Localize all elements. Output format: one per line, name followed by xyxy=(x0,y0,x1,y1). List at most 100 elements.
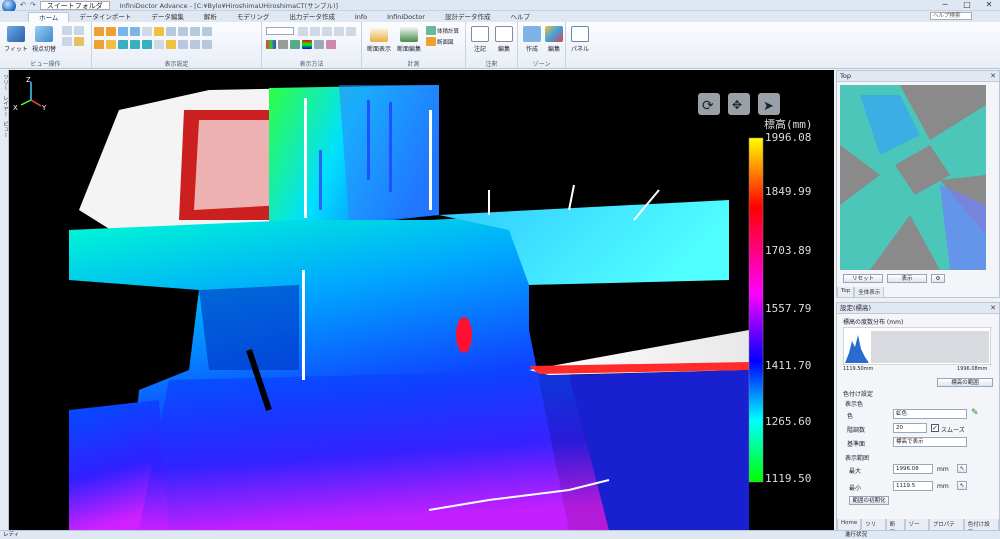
tab-help[interactable]: ヘルプ xyxy=(500,12,540,22)
void-left xyxy=(9,70,79,210)
top-settings-icon[interactable]: ⚙ xyxy=(931,274,945,283)
point-icon[interactable] xyxy=(94,27,104,36)
tab-infinidoctor[interactable]: InfiniDoctor xyxy=(377,12,435,22)
wire-icon[interactable] xyxy=(310,27,320,36)
tab-data-edit[interactable]: データ編集 xyxy=(141,12,194,22)
tab-analysis[interactable]: 解析 xyxy=(194,12,227,22)
tab-overview[interactable]: 全体表示 xyxy=(854,287,885,298)
zone-create-icon xyxy=(523,26,541,42)
color-icon[interactable] xyxy=(106,27,116,36)
persp-icon[interactable] xyxy=(346,27,356,36)
rgb-icon[interactable] xyxy=(266,40,276,49)
dock-tab-layer[interactable]: レイヤー xyxy=(1,95,9,117)
top-minimap[interactable] xyxy=(840,85,986,270)
smooth-checkbox[interactable]: ✓ xyxy=(931,424,939,432)
legend-color-bar xyxy=(748,137,764,483)
settings-icon[interactable] xyxy=(74,37,84,46)
class-icon[interactable] xyxy=(326,40,336,49)
max-input[interactable]: 1996.08 xyxy=(893,464,933,474)
box-icon[interactable] xyxy=(178,27,188,36)
tab-info[interactable]: Info xyxy=(345,12,377,22)
color-pick-icon[interactable]: ✎ xyxy=(971,409,981,419)
volume-calc-button[interactable]: 体積計算 xyxy=(426,26,459,35)
ribbon-group-measure: 断面表示 断面編集 体積計算 断面図 計測 xyxy=(362,22,466,69)
text-icon[interactable] xyxy=(154,27,164,36)
quick-access-combo[interactable]: スイートフォルダ xyxy=(39,0,110,10)
close-button[interactable]: ✕ xyxy=(978,0,1000,11)
curb-line xyxy=(304,98,307,218)
color-select[interactable]: 虹色 xyxy=(893,409,967,419)
tab-top[interactable]: Top xyxy=(837,287,855,298)
camera-icon[interactable] xyxy=(178,40,188,49)
section-edit-button[interactable]: 断面編集 xyxy=(394,26,424,53)
step-input[interactable]: 20 xyxy=(893,423,927,433)
max-pick-icon[interactable]: ↖ xyxy=(957,464,967,473)
section-view-button[interactable]: 断面図 xyxy=(426,37,454,46)
axis-icon[interactable] xyxy=(142,40,152,49)
grid-icon[interactable] xyxy=(166,27,176,36)
zone-create-label: 作成 xyxy=(525,46,538,53)
3d-viewport[interactable]: Z Y X ⟳ ✥ ➤ 標高(mm) 1996.08 1849.99 1703.… xyxy=(9,70,834,530)
mesh-icon[interactable] xyxy=(118,27,128,36)
gray-icon[interactable] xyxy=(278,40,288,49)
shade-icon[interactable] xyxy=(298,27,308,36)
top-apply-button[interactable]: 表示 xyxy=(887,274,927,283)
help-search-input[interactable]: ヘルプ検索 xyxy=(930,12,972,20)
layer-icon[interactable] xyxy=(202,27,212,36)
tab-output[interactable]: 出力データ作成 xyxy=(279,12,345,22)
hidden-icon[interactable] xyxy=(334,27,344,36)
flat-icon[interactable] xyxy=(322,27,332,36)
height-color-icon[interactable] xyxy=(302,40,312,49)
properties-panel: 設定(標高) ✕ 標高の度数分布 (mm) 1119.50mm 1996.08m… xyxy=(836,302,1000,538)
tab-data-import[interactable]: データインポート xyxy=(69,12,141,22)
view-switch-button[interactable]: 視点切替 xyxy=(28,26,60,53)
light-icon[interactable] xyxy=(166,40,176,49)
group-label-note: 注釈 xyxy=(485,61,498,68)
restore-button[interactable]: □ xyxy=(956,0,978,11)
min-input[interactable]: 1119.5 xyxy=(893,481,933,491)
section-show-button[interactable]: 断面表示 xyxy=(364,26,394,53)
note-icon xyxy=(471,26,489,42)
filter-icon[interactable] xyxy=(190,27,200,36)
panel-button[interactable]: パネル xyxy=(566,26,594,53)
dock-tab-view[interactable]: ビュー xyxy=(1,121,9,138)
fit-button[interactable]: フィット xyxy=(2,26,30,53)
min-pick-icon[interactable]: ↖ xyxy=(957,481,967,490)
photo-icon[interactable] xyxy=(94,40,104,49)
group-label-measure: 計測 xyxy=(407,61,420,68)
legend-tick: 1119.50 xyxy=(765,472,811,485)
intensity-icon[interactable] xyxy=(290,40,300,49)
line-icon[interactable] xyxy=(142,27,152,36)
surface-icon[interactable] xyxy=(130,27,140,36)
tab-home[interactable]: ホーム xyxy=(28,12,70,22)
cube-icon[interactable] xyxy=(118,40,128,49)
scale-icon[interactable] xyxy=(202,40,212,49)
redo-icon[interactable]: ↷ xyxy=(30,1,36,9)
rotate-icon[interactable] xyxy=(62,26,72,35)
point-size-combo[interactable] xyxy=(266,27,294,35)
top-reset-button[interactable]: リセット xyxy=(843,274,883,283)
undo-icon[interactable]: ↶ xyxy=(20,1,26,9)
normal-icon[interactable] xyxy=(314,40,324,49)
tab-modeling[interactable]: モデリング xyxy=(227,12,280,22)
range-button[interactable]: 標高の範囲 xyxy=(937,378,993,387)
reset-range-button[interactable]: 範囲の初期化 xyxy=(849,496,889,505)
note-edit-button[interactable]: 編集 xyxy=(490,26,518,53)
top-panel-close-icon[interactable]: ✕ xyxy=(990,71,996,81)
marker-icon[interactable] xyxy=(154,40,164,49)
zone-edit-icon xyxy=(545,26,563,42)
ref-select[interactable]: 標高で表示 xyxy=(893,437,967,447)
target-icon[interactable] xyxy=(106,40,116,49)
clip-icon[interactable] xyxy=(190,40,200,49)
pan-icon[interactable] xyxy=(74,26,84,35)
prop-panel-close-icon[interactable]: ✕ xyxy=(990,303,996,313)
sphere-icon[interactable] xyxy=(130,40,140,49)
marking-4 xyxy=(319,150,322,210)
dock-tab-tree[interactable]: ツリー xyxy=(1,74,9,91)
panel-label: パネル xyxy=(570,46,589,53)
legend-tick: 1265.60 xyxy=(765,415,811,428)
zoom-icon[interactable] xyxy=(62,37,72,46)
tab-design[interactable]: 設計データ作成 xyxy=(435,12,501,22)
zone-edit-button[interactable]: 編集 xyxy=(540,26,568,53)
minimize-button[interactable]: ─ xyxy=(934,0,956,11)
